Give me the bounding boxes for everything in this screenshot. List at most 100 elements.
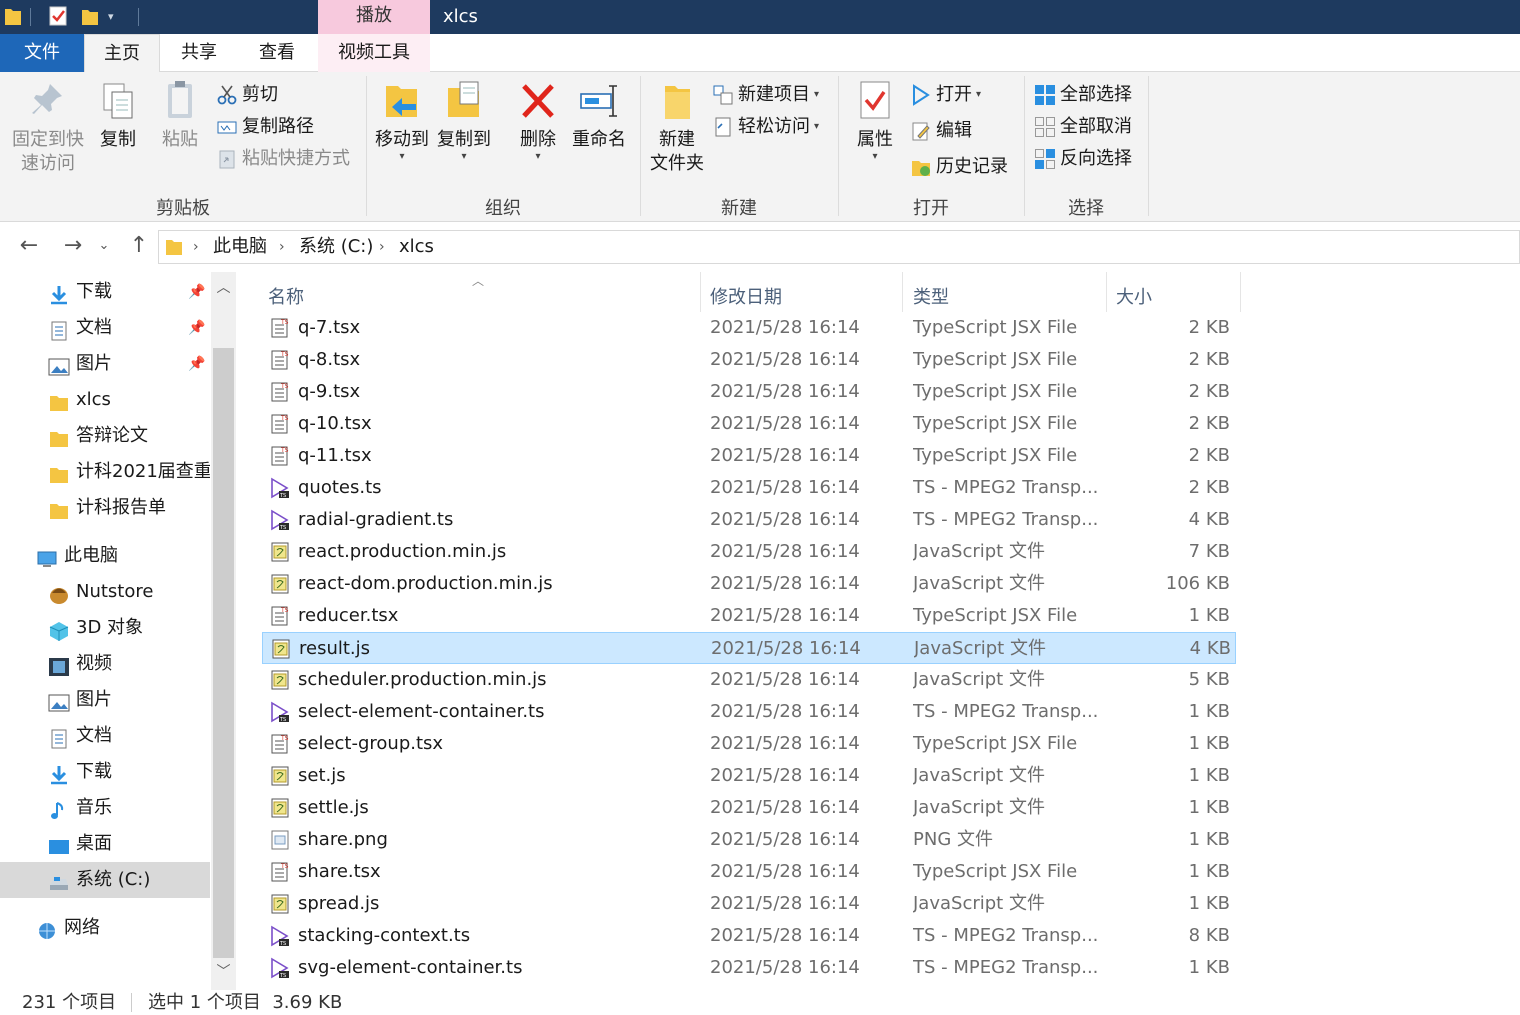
recent-locations-chevron-icon[interactable]: ⌄ [94,232,114,260]
file-row[interactable]: TS select-group.tsx 2021/5/28 16:14 TypeScr… [262,728,1236,760]
nav-item-pc[interactable]: 下载 [0,754,210,790]
tab-view[interactable]: 查看 [238,34,316,72]
nav-item-pc[interactable]: 图片 [0,682,210,718]
group-separator [1148,76,1149,216]
file-type: JavaScript 文件 [913,669,1045,690]
nav-item-pc[interactable]: 3D 对象 [0,610,210,646]
new-folder-button[interactable]: 新建 文件夹 [646,78,708,176]
column-header-name[interactable]: 名称 [268,280,304,316]
tab-video-tools[interactable]: 视频工具 [318,34,430,72]
nav-item-quick-access[interactable]: 计科2021届查重 [0,454,210,490]
nav-item-quick-access[interactable]: 下载 📌 [0,274,210,310]
new-folder-quick-icon[interactable] [80,5,102,29]
back-arrow-icon[interactable]: ← [14,232,44,260]
file-row[interactable]: TS q-7.tsx 2021/5/28 16:14 TypeScript JSX F… [262,312,1236,344]
file-row[interactable]: share.png 2021/5/28 16:14 PNG 文件 1 KB [262,824,1236,856]
invert-selection-button[interactable]: 反向选择 [1034,144,1132,174]
pin-quick-access-button[interactable]: 固定到快 速访问 [8,78,88,176]
file-row[interactable]: react-dom.production.min.js 2021/5/28 16:… [262,568,1236,600]
file-row[interactable]: TS svg-element-container.ts 2021/5/28 16:1… [262,952,1236,984]
scroll-down-arrow-icon[interactable]: ﹀ [211,960,236,984]
nav-item-pc[interactable]: 视频 [0,646,210,682]
easy-access-button[interactable]: 轻松访问 ▾ [712,112,819,142]
breadcrumb-separator-icon[interactable]: › [379,231,385,263]
up-arrow-icon[interactable]: ↑ [124,232,154,260]
nav-item-quick-access[interactable]: 图片 📌 [0,346,210,382]
file-row[interactable]: TS q-9.tsx 2021/5/28 16:14 TypeScript JSX F… [262,376,1236,408]
tab-home[interactable]: 主页 [84,34,160,73]
tsx-file-icon: TS [270,861,290,883]
cut-button[interactable]: 剪切 [216,80,278,110]
column-header-type[interactable]: 类型 [913,280,949,316]
file-type: TypeScript JSX File [913,349,1078,370]
address-bar[interactable]: › 此电脑 › 系统 (C:) › xlcs [158,230,1520,264]
column-separator[interactable] [1106,272,1107,312]
breadcrumb-this-pc[interactable]: 此电脑 [213,231,267,263]
history-button[interactable]: 历史记录 [910,152,1008,182]
nav-item-quick-access[interactable]: 答辩论文 [0,418,210,454]
document-icon [48,318,70,341]
paste-button[interactable]: 粘贴 [156,78,204,152]
file-row[interactable]: scheduler.production.min.js 2021/5/28 16:… [262,664,1236,696]
select-none-button[interactable]: 全部取消 [1034,112,1132,142]
copy-to-button[interactable]: 复制到 ▾ [434,78,494,162]
file-row[interactable]: TS radial-gradient.ts 2021/5/28 16:14 TS - … [262,504,1236,536]
tsx-file-icon: TS [270,445,290,467]
nav-item-pc[interactable]: 系统 (C:) [0,862,210,898]
file-row[interactable]: TS q-8.tsx 2021/5/28 16:14 TypeScript JSX F… [262,344,1236,376]
forward-arrow-icon[interactable]: → [58,232,88,260]
nav-item-pc[interactable]: 音乐 [0,790,210,826]
nav-item-pc[interactable]: 桌面 [0,826,210,862]
nav-item-label: 图片 [76,689,112,710]
file-row[interactable]: TS share.tsx 2021/5/28 16:14 TypeScript JSX… [262,856,1236,888]
nav-item-quick-access[interactable]: xlcs [0,382,210,418]
nav-item-network[interactable]: 网络 [0,910,210,946]
column-header-date[interactable]: 修改日期 [710,280,782,316]
file-row[interactable]: TS select-element-container.ts 2021/5/28 1… [262,696,1236,728]
nav-item-this-pc[interactable]: 此电脑 [0,538,210,574]
file-row[interactable]: TS quotes.ts 2021/5/28 16:14 TS - MPEG2 Tra… [262,472,1236,504]
rename-button[interactable]: 重命名 [568,78,630,152]
nav-item-quick-access[interactable]: 计科报告单 [0,490,210,526]
file-name: radial-gradient.ts [298,509,454,530]
file-row[interactable]: TS q-11.tsx 2021/5/28 16:14 TypeScript JSX … [262,440,1236,472]
select-all-button[interactable]: 全部选择 [1034,80,1132,110]
column-separator[interactable] [700,272,701,312]
file-row[interactable]: TS q-10.tsx 2021/5/28 16:14 TypeScript JSX … [262,408,1236,440]
edit-button[interactable]: 编辑 [910,116,972,146]
breadcrumb-system-c[interactable]: 系统 (C:) [299,231,373,263]
tab-share[interactable]: 共享 [160,34,238,72]
file-row[interactable]: TS stacking-context.ts 2021/5/28 16:14 TS -… [262,920,1236,952]
nav-scrollbar[interactable]: ︿ ﹀ [211,272,236,990]
column-separator[interactable] [902,272,903,312]
file-row[interactable]: react.production.min.js 2021/5/28 16:14 Ja… [262,536,1236,568]
file-row[interactable]: spread.js 2021/5/28 16:14 JavaScript 文件 1 K… [262,888,1236,920]
file-row[interactable]: settle.js 2021/5/28 16:14 JavaScript 文件 1 K… [262,792,1236,824]
file-row[interactable]: set.js 2021/5/28 16:14 JavaScript 文件 1 KB [262,760,1236,792]
column-header-size[interactable]: 大小 [1116,280,1152,316]
nav-item-pc[interactable]: Nutstore [0,574,210,610]
properties-quick-icon[interactable] [48,5,70,29]
scroll-up-arrow-icon[interactable]: ︿ [211,276,236,300]
copy-path-button[interactable]: 复制路径 [216,112,314,142]
move-to-button[interactable]: 移动到 ▾ [372,78,432,162]
customize-quick-access-icon[interactable]: ▾ [108,5,130,29]
delete-button[interactable]: 删除 ▾ [514,78,562,162]
new-item-button[interactable]: 新建项目 ▾ [712,80,819,110]
nav-scrollbar-thumb[interactable] [213,348,234,958]
open-button[interactable]: 打开 ▾ [910,80,981,110]
breadcrumb-separator-icon[interactable]: › [279,231,285,263]
copy-button[interactable]: 复制 [94,78,142,152]
file-row[interactable]: result.js 2021/5/28 16:14 JavaScript 文件 4 K… [262,632,1236,664]
breadcrumb-separator-icon[interactable]: › [193,231,199,263]
nav-item-pc[interactable]: 文档 [0,718,210,754]
tab-file[interactable]: 文件 [0,34,84,72]
nav-item-quick-access[interactable]: 文档 📌 [0,310,210,346]
breadcrumb-xlcs[interactable]: xlcs [399,231,434,263]
properties-button[interactable]: 属性 ▾ [850,78,900,162]
file-row[interactable]: TS reducer.tsx 2021/5/28 16:14 TypeScript J… [262,600,1236,632]
column-separator[interactable] [1240,272,1241,312]
open-play-icon [910,84,932,106]
paste-shortcut-button[interactable]: 粘贴快捷方式 [216,144,350,174]
file-name: q-7.tsx [298,317,361,338]
